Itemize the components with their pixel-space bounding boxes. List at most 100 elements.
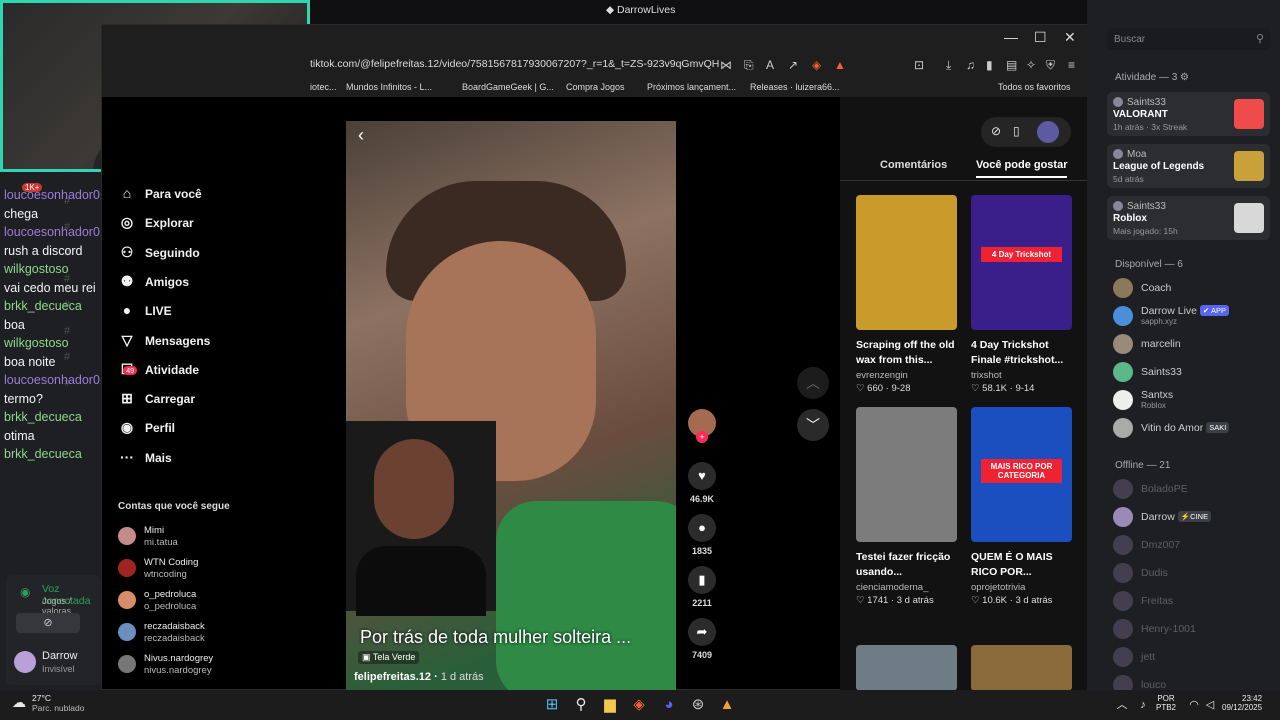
share-link-icon[interactable]: ↗ [788,58,798,72]
discord-icon[interactable]: ◕ [659,695,679,715]
all-bookmarks[interactable]: Todos os favoritos [998,82,1071,92]
wallet-icon[interactable]: ▤ [1006,58,1017,72]
nav-icon: ⌂ [122,185,132,201]
activity-header: Atividade — 3 ⚙ [1115,72,1190,83]
brave-shield-icon[interactable]: ◈ [812,58,821,72]
next-video-button[interactable]: ﹀ [797,409,829,441]
vpn-icon[interactable]: ⛨ [1046,58,1055,73]
nav-label: Seguindo [145,245,200,260]
avatar [1113,535,1133,555]
activity-card[interactable]: Saints33 Roblox Mais jogado: 15h [1107,196,1270,240]
file-explorer-icon[interactable]: ▆ [600,695,620,715]
video-caption: Por trás de toda mulher solteira ... [360,627,632,647]
volume-icon[interactable]: ◁ [1200,695,1220,715]
following-handle: mi.tatua [144,537,178,548]
member-badge: ✔ APP [1200,305,1229,316]
share-arrow-icon: ➦ [688,618,716,646]
comment-button[interactable]: ● 1835 [687,514,717,556]
card-title: QUEM É O MAIS RICO POR... [971,551,1053,578]
prev-video-button[interactable]: ︿ [797,367,829,399]
nav-item-mensagens[interactable]: ▽ Mensagens [118,332,211,354]
save-count: 2211 [692,598,712,608]
tab-suggested[interactable]: Você pode gostar [976,159,1068,178]
weather-widget[interactable]: 27°C Parc. nublado [32,693,84,713]
screenshot-icon[interactable]: ⊡ [914,58,924,72]
bookmark[interactable]: Mundos Infinitos - L... [346,82,432,92]
clock[interactable]: 23:42 09/12/2025 [1222,694,1262,712]
bookmark[interactable]: Próximos lançament... [647,82,736,92]
chevron-up-icon[interactable]: ︿ [1112,695,1132,715]
effect-tag[interactable]: ▣ Tela Verde [358,651,420,664]
nav-item-amigos[interactable]: ⚉ Amigos [118,273,189,295]
nav-item-seguindo[interactable]: ⚇ Seguindo [118,244,200,266]
gear-icon[interactable]: ⚙ [1180,72,1189,83]
suggested-card[interactable]: 4 Day Trickshot 4 Day Trickshot Finale #t… [971,195,1072,394]
comment-icon: ● [688,514,716,542]
bookmark[interactable]: Releases · luizera66... [750,82,840,92]
bookmark[interactable]: iotec... [310,82,337,92]
suggested-card[interactable]: Testei fazer fricção usando... cienciamod… [856,407,957,606]
avatar [1113,647,1133,667]
video-author[interactable]: felipefreitas.12 · 1 d atrás [354,671,484,683]
windows-start-icon[interactable]: ⊞ [542,695,562,715]
share-button[interactable]: ➦ 7409 [687,618,717,660]
search-icon[interactable]: ⚲ [571,695,591,715]
nav-item-para-você[interactable]: ⌂ Para você [118,185,202,207]
activity-user: Moa [1127,149,1147,160]
bookmark[interactable]: BoardGameGeek | G... [462,82,554,92]
leo-ai-icon[interactable]: ✧ [1026,58,1036,72]
avatar[interactable] [1037,121,1059,143]
avatar [1113,390,1133,410]
discord-window-title: ◆ DarrowLives [606,4,676,16]
sidebar-icon[interactable]: ▮ [986,58,993,72]
maximize-icon[interactable]: ☐ [1034,29,1047,46]
game-icon [1234,151,1264,181]
suggested-card-partial[interactable] [971,645,1072,691]
nav-label: Mensagens [145,333,211,348]
brave-browser-icon[interactable]: ◈ [629,695,649,715]
brave-rewards-icon[interactable]: ▲ [834,58,846,72]
download-icon[interactable]: ⤓ [946,58,951,73]
search-input[interactable]: Buscar ⚲ [1107,28,1270,50]
translate-icon[interactable]: A [766,58,774,72]
bookmark[interactable]: Compra Jogos [566,82,625,92]
media-icon[interactable]: ♫ [966,58,975,72]
nav-item-perfil[interactable]: ◉ Perfil [118,419,175,441]
nav-item-live[interactable]: ● LIVE [118,302,172,324]
minimize-icon[interactable]: — [1004,29,1018,45]
nav-item-explorar[interactable]: ◎ Explorar [118,214,194,236]
like-button[interactable]: ♥ 46.9K [687,462,717,504]
member-name: jett [1141,651,1156,663]
save-button[interactable]: ▮ 2211 [687,566,717,608]
member-name: Santxs [1141,389,1174,401]
reader-icon[interactable]: ⋈ [720,58,732,72]
creator-avatar[interactable]: + [687,409,717,443]
tab-comments[interactable]: Comentários [880,159,947,171]
microphone-icon[interactable]: ♪ [1133,695,1153,715]
url-field[interactable]: tiktok.com/@felipefreitas.12/video/75815… [310,58,719,70]
close-icon[interactable]: ✕ [1064,29,1076,46]
language-indicator[interactable]: POR PTB2 [1156,694,1176,712]
phone-icon[interactable]: ▯ [1013,124,1020,138]
user-block[interactable]: Darrow Invisível [8,648,103,678]
share-icon[interactable]: ⎘ [744,58,754,73]
vlc-icon[interactable]: ▲ [717,695,737,715]
disconnect-video-button[interactable]: ⊘ [16,613,80,633]
steam-icon[interactable]: ⊛ [688,695,708,715]
menu-icon[interactable]: ≡ [1068,58,1075,72]
compass-icon[interactable]: ⊘ [991,124,1001,138]
back-arrow-icon[interactable]: ‹ [358,125,364,146]
right-panel: ⊘ ▯ Comentários Você pode gostar Scrapin… [840,97,1088,691]
activity-card[interactable]: Moa League of Legends 5d atrás [1107,144,1270,188]
suggested-card[interactable]: MAIS RICO POR CATEGORIA QUEM É O MAIS RIC… [971,407,1072,606]
nav-icon: ⚉ [120,272,134,289]
member-name: Darrow ⚡CINE [1141,511,1212,523]
suggested-card-partial[interactable] [856,645,957,691]
game-icon [1234,99,1264,129]
video-player[interactable]: ‹ Por trás de toda mulher solteira ... ▣… [346,121,676,691]
nav-item-mais[interactable]: ··· Mais [118,449,172,471]
nav-item-carregar[interactable]: ⊞ Carregar [118,390,195,412]
suggested-card[interactable]: Scraping off the old wax from this... evr… [856,195,957,394]
search-icon: ⚲ [1255,33,1264,45]
activity-card[interactable]: Saints33 VALORANT 1h atrás · 3x Streak [1107,92,1270,136]
